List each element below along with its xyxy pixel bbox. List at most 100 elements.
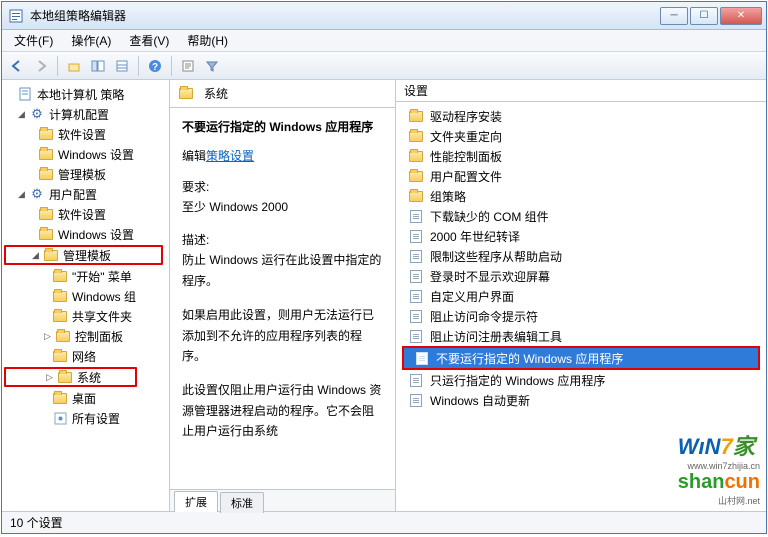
tree-control-panel[interactable]: ▷ 控制面板 <box>4 326 167 346</box>
edit-policy-row: 编辑策略设置 <box>182 147 383 164</box>
policy-doc-icon <box>414 351 430 365</box>
settings-item-label: 只运行指定的 Windows 应用程序 <box>430 372 605 389</box>
minimize-button[interactable]: ─ <box>660 7 688 25</box>
policy-doc-icon <box>408 209 424 223</box>
titlebar: 本地组策略编辑器 ─ ☐ ✕ <box>2 2 766 30</box>
details-button[interactable] <box>111 55 133 77</box>
tree-root[interactable]: 本地计算机 策略 <box>4 84 167 104</box>
settings-item[interactable]: 用户配置文件 <box>398 166 764 186</box>
tree-network[interactable]: 网络 <box>4 346 167 366</box>
requirements-label: 要求: <box>182 178 383 195</box>
settings-item[interactable]: 只运行指定的 Windows 应用程序 <box>398 370 764 390</box>
folder-icon <box>57 370 73 384</box>
tree-all-settings[interactable]: 所有设置 <box>4 408 167 428</box>
settings-item[interactable]: Windows 自动更新 <box>398 390 764 410</box>
policy-doc-icon <box>408 269 424 283</box>
tree-desktop[interactable]: 桌面 <box>4 388 167 408</box>
tree-cc-windows[interactable]: Windows 设置 <box>4 144 167 164</box>
tab-extended[interactable]: 扩展 <box>174 491 218 512</box>
expand-icon[interactable]: ▷ <box>42 331 53 342</box>
settings-item[interactable]: 限制这些程序从帮助启动 <box>398 246 764 266</box>
collapse-icon[interactable]: ◢ <box>30 250 41 261</box>
right-header[interactable]: 设置 <box>396 80 766 102</box>
middle-header: 系统 <box>170 80 395 108</box>
filter-button[interactable] <box>201 55 223 77</box>
settings-item-label: 组策略 <box>430 188 466 205</box>
menu-action[interactable]: 操作(A) <box>63 30 119 51</box>
folder-icon <box>55 329 71 343</box>
settings-item[interactable]: 组策略 <box>398 186 764 206</box>
folder-icon <box>52 289 68 303</box>
settings-item[interactable]: 不要运行指定的 Windows 应用程序 <box>404 348 758 368</box>
menu-view[interactable]: 查看(V) <box>121 30 177 51</box>
policy-doc-icon <box>408 373 424 387</box>
settings-icon <box>52 411 68 425</box>
tree-label: "开始" 菜单 <box>72 268 132 285</box>
settings-item[interactable]: 文件夹重定向 <box>398 126 764 146</box>
settings-item[interactable]: 登录时不显示欢迎屏幕 <box>398 266 764 286</box>
tree-label: Windows 组 <box>72 288 136 305</box>
tree-uc-windows[interactable]: Windows 设置 <box>4 224 167 244</box>
help-button[interactable]: ? <box>144 55 166 77</box>
gear-icon: ⚙ <box>29 187 45 201</box>
settings-item[interactable]: 2000 年世纪转译 <box>398 226 764 246</box>
tree-label: 本地计算机 策略 <box>37 86 124 103</box>
settings-list[interactable]: 驱动程序安装文件夹重定向性能控制面板用户配置文件组策略下载缺少的 COM 组件2… <box>396 102 766 511</box>
properties-button[interactable] <box>177 55 199 77</box>
settings-item[interactable]: 自定义用户界面 <box>398 286 764 306</box>
tree-label: 软件设置 <box>58 126 106 143</box>
folder-icon <box>38 147 54 161</box>
policy-icon <box>17 87 33 101</box>
statusbar: 10 个设置 <box>2 511 766 533</box>
back-button[interactable] <box>6 55 28 77</box>
settings-item[interactable]: 驱动程序安装 <box>398 106 764 126</box>
edit-policy-link[interactable]: 策略设置 <box>206 149 254 163</box>
folder-icon <box>52 269 68 283</box>
up-button[interactable] <box>63 55 85 77</box>
settings-item-label: 文件夹重定向 <box>430 128 502 145</box>
settings-item[interactable]: 性能控制面板 <box>398 146 764 166</box>
settings-item-label: 驱动程序安装 <box>430 108 502 125</box>
tree-cc-admin[interactable]: 管理模板 <box>4 164 167 184</box>
tree-label: 所有设置 <box>72 410 120 427</box>
settings-item[interactable]: 阻止访问注册表编辑工具 <box>398 326 764 346</box>
tree-computer-config[interactable]: ◢ ⚙ 计算机配置 <box>4 104 167 124</box>
folder-icon <box>38 227 54 241</box>
settings-item-label: 阻止访问命令提示符 <box>430 308 538 325</box>
maximize-button[interactable]: ☐ <box>690 7 718 25</box>
menu-help[interactable]: 帮助(H) <box>179 30 236 51</box>
requirements-text: 至少 Windows 2000 <box>182 197 383 217</box>
tree-uc-software[interactable]: 软件设置 <box>4 204 167 224</box>
settings-item[interactable]: 下载缺少的 COM 组件 <box>398 206 764 226</box>
settings-item-label: 用户配置文件 <box>430 168 502 185</box>
description-label: 描述: <box>182 231 383 248</box>
settings-item-label: 下载缺少的 COM 组件 <box>430 208 549 225</box>
policy-doc-icon <box>408 393 424 407</box>
tree-system[interactable]: ▷ 系统 <box>4 367 137 387</box>
tree-start-menu[interactable]: "开始" 菜单 <box>4 266 167 286</box>
tree-shared-folders[interactable]: 共享文件夹 <box>4 306 167 326</box>
tab-standard[interactable]: 标准 <box>220 492 264 513</box>
close-button[interactable]: ✕ <box>720 7 762 25</box>
expand-icon[interactable]: ▷ <box>44 372 55 383</box>
console-tree-button[interactable] <box>87 55 109 77</box>
tree-cc-software[interactable]: 软件设置 <box>4 124 167 144</box>
collapse-icon[interactable]: ◢ <box>16 109 27 120</box>
tree-label: 控制面板 <box>75 328 123 345</box>
expand-icon[interactable] <box>4 89 15 100</box>
settings-item-label: 登录时不显示欢迎屏幕 <box>430 268 550 285</box>
settings-item[interactable]: 阻止访问命令提示符 <box>398 306 764 326</box>
tree-uc-admin[interactable]: ◢ 管理模板 <box>4 245 163 265</box>
menu-file[interactable]: 文件(F) <box>6 30 61 51</box>
tree-pane[interactable]: 本地计算机 策略 ◢ ⚙ 计算机配置 软件设置 Windows 设置 管理模板 … <box>2 80 170 511</box>
highlighted-setting: 不要运行指定的 Windows 应用程序 <box>402 346 760 370</box>
folder-icon <box>52 349 68 363</box>
app-window: 本地组策略编辑器 ─ ☐ ✕ 文件(F) 操作(A) 查看(V) 帮助(H) ?… <box>1 1 767 534</box>
collapse-icon[interactable]: ◢ <box>16 189 27 200</box>
tree-windows-comp[interactable]: Windows 组 <box>4 286 167 306</box>
tabbar: 扩展 标准 <box>170 489 395 511</box>
right-header-label: 设置 <box>404 82 428 99</box>
tree-user-config[interactable]: ◢ ⚙ 用户配置 <box>4 184 167 204</box>
description-p1: 防止 Windows 运行在此设置中指定的程序。 <box>182 250 383 291</box>
forward-button[interactable] <box>30 55 52 77</box>
